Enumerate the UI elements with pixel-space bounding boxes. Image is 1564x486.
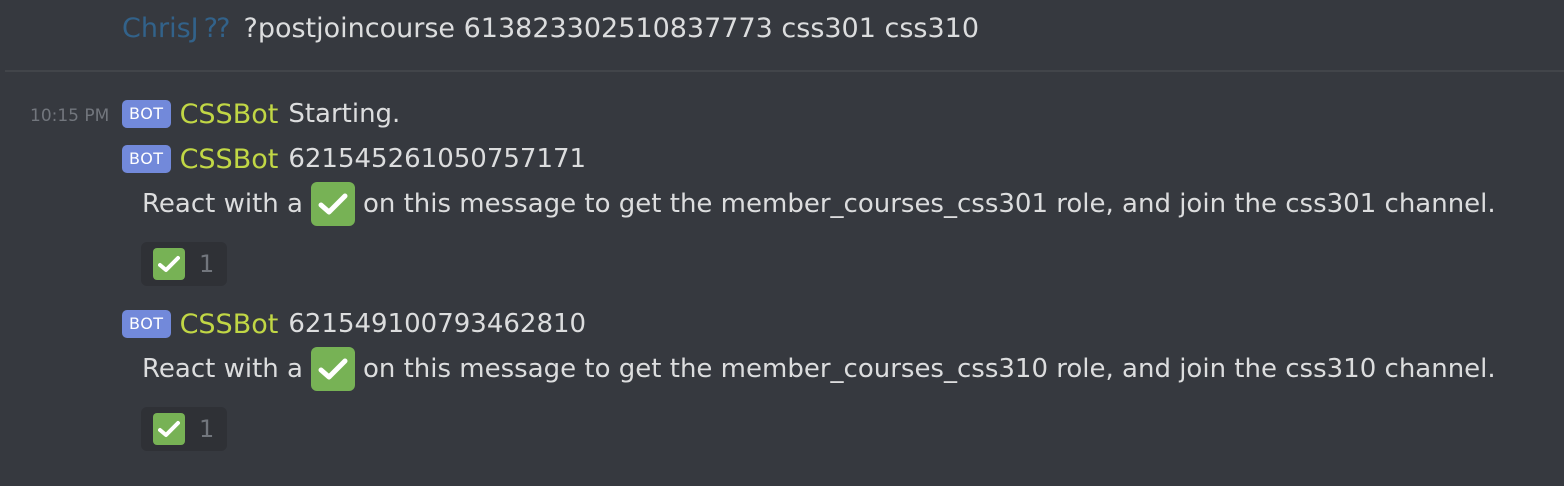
reaction-button[interactable]: 1 [141,242,227,286]
bot-username[interactable]: CSSBot [180,309,279,340]
message-divider [5,70,1564,72]
check-mark-reaction-icon [153,413,185,445]
previous-author-name[interactable]: ChrisJ [122,13,199,44]
message-text: 621549100793462810 [288,309,587,339]
message-2-body: React with a on this message to get the … [142,182,1496,226]
previous-author-badge: ⁇ [204,12,230,44]
message-3-body: React with a on this message to get the … [142,347,1496,391]
body-text-before: React with a [142,189,303,219]
message-timestamp: 10:15 PM [30,106,110,126]
message-text: Starting. [288,99,401,129]
bot-tag: BOT [122,310,171,338]
bot-username[interactable]: CSSBot [180,144,279,175]
reaction-count: 1 [199,250,215,278]
bot-tag: BOT [122,100,171,128]
message-3: BOT CSSBot 621549100793462810 [122,308,586,340]
reaction-button[interactable]: 1 [141,407,227,451]
previous-message-text: ?postjoincourse 613823302510837773 css30… [243,12,980,44]
reaction-count: 1 [199,415,215,443]
body-text-after: on this message to get the member_course… [362,354,1496,384]
previous-message: ChrisJ ⁇ ?postjoincourse 613823302510837… [122,8,979,48]
body-text-after: on this message to get the member_course… [362,189,1496,219]
bot-tag: BOT [122,145,171,173]
check-mark-reaction-icon [153,248,185,280]
body-text-before: React with a [142,354,303,384]
message-text: 621545261050757171 [288,144,587,174]
chat-view: ChrisJ ⁇ ?postjoincourse 613823302510837… [0,0,1564,486]
check-mark-emoji-icon [310,347,355,391]
bot-username[interactable]: CSSBot [180,99,279,130]
message-2: BOT CSSBot 621545261050757171 [122,143,586,175]
message-1: BOT CSSBot Starting. [122,98,400,130]
check-mark-emoji-icon [310,182,355,226]
